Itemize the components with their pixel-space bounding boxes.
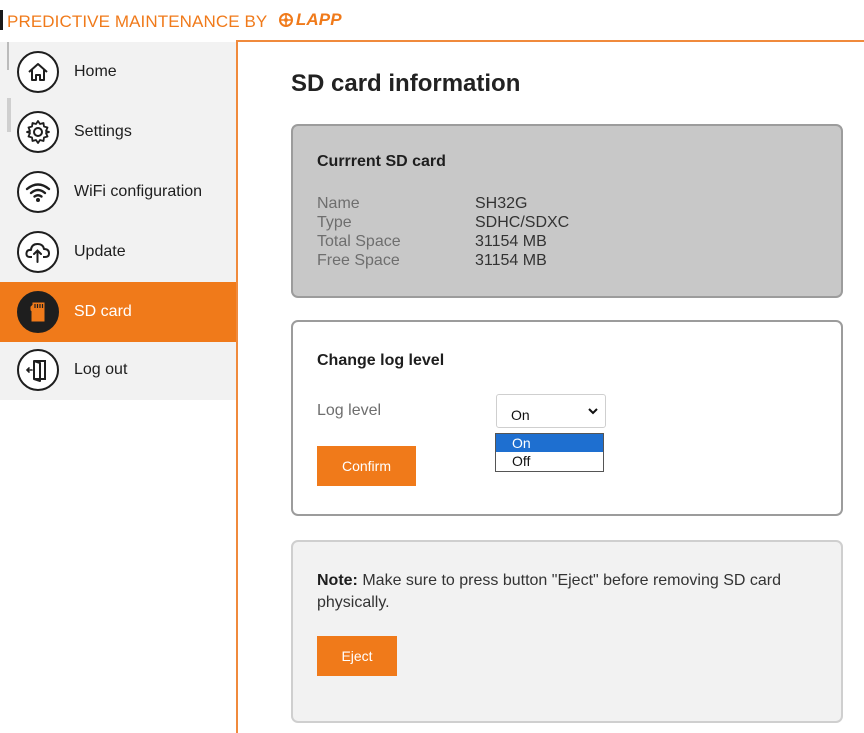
dropdown-option-on[interactable]: On	[496, 434, 603, 452]
info-key: Total Space	[317, 233, 401, 250]
logout-door-icon	[17, 349, 59, 391]
log-level-card: Change log level Log level On Confirm	[291, 320, 843, 516]
sidebar-item-logout[interactable]: Log out	[0, 340, 236, 400]
info-value: SDHC/SDXC	[475, 214, 570, 231]
brand: PREDICTIVE MAINTENANCE BY LAPP	[7, 10, 342, 32]
log-level-dropdown: On Off	[495, 433, 604, 472]
sidebar-item-home[interactable]: Home	[0, 42, 236, 102]
confirm-button[interactable]: Confirm	[317, 446, 416, 486]
dropdown-option-off[interactable]: Off	[496, 452, 603, 470]
sidebar-divider	[236, 42, 238, 733]
chevron-down-icon	[587, 404, 599, 420]
brand-text: PREDICTIVE MAINTENANCE BY	[7, 12, 268, 31]
gear-icon	[17, 111, 59, 153]
sd-card-icon	[17, 291, 59, 333]
eject-note: Note: Make sure to press button "Eject" …	[317, 570, 807, 614]
note-label: Note:	[317, 572, 358, 589]
home-icon	[17, 51, 59, 93]
note-text: Make sure to press button "Eject" before…	[317, 572, 781, 611]
sidebar-item-label: Log out	[74, 361, 128, 378]
eject-note-card: Note: Make sure to press button "Eject" …	[291, 540, 843, 723]
eject-button[interactable]: Eject	[317, 636, 397, 676]
sd-card-info-card: Currrent SD card Name SH32G Type SDHC/SD…	[291, 124, 843, 298]
cloud-upload-icon	[17, 231, 59, 273]
lapp-logo-icon	[278, 13, 293, 27]
info-key: Type	[317, 214, 352, 231]
sidebar-item-wifi[interactable]: WiFi configuration	[0, 162, 236, 222]
info-value: 31154 MB	[475, 233, 547, 250]
header-bar	[0, 10, 3, 30]
header-rule	[236, 40, 864, 42]
sidebar-item-sd-card[interactable]: SD card	[0, 282, 236, 342]
info-value: SH32G	[475, 195, 528, 212]
wifi-icon	[17, 171, 59, 213]
lapp-logo: LAPP	[278, 10, 342, 30]
info-key: Name	[317, 195, 360, 212]
sidebar-item-update[interactable]: Update	[0, 222, 236, 282]
log-level-label: Log level	[317, 402, 382, 419]
sd-card-info-title: Currrent SD card	[317, 153, 446, 170]
info-value: 31154 MB	[475, 252, 547, 269]
page-title: SD card information	[291, 70, 521, 97]
log-level-select[interactable]: On	[496, 394, 606, 428]
info-key: Free Space	[317, 252, 400, 269]
log-level-title: Change log level	[317, 352, 445, 369]
log-level-selected-value: On	[511, 407, 530, 423]
logo-text: LAPP	[295, 10, 342, 29]
sidebar-item-label: Update	[74, 243, 126, 260]
sidebar-item-label: Home	[74, 63, 117, 80]
header: PREDICTIVE MAINTENANCE BY LAPP	[0, 0, 864, 42]
sidebar-item-settings[interactable]: Settings	[0, 102, 236, 162]
sidebar-item-label: SD card	[74, 303, 132, 320]
sidebar-item-label: WiFi configuration	[74, 183, 203, 200]
sidebar-item-label: Settings	[74, 123, 132, 140]
